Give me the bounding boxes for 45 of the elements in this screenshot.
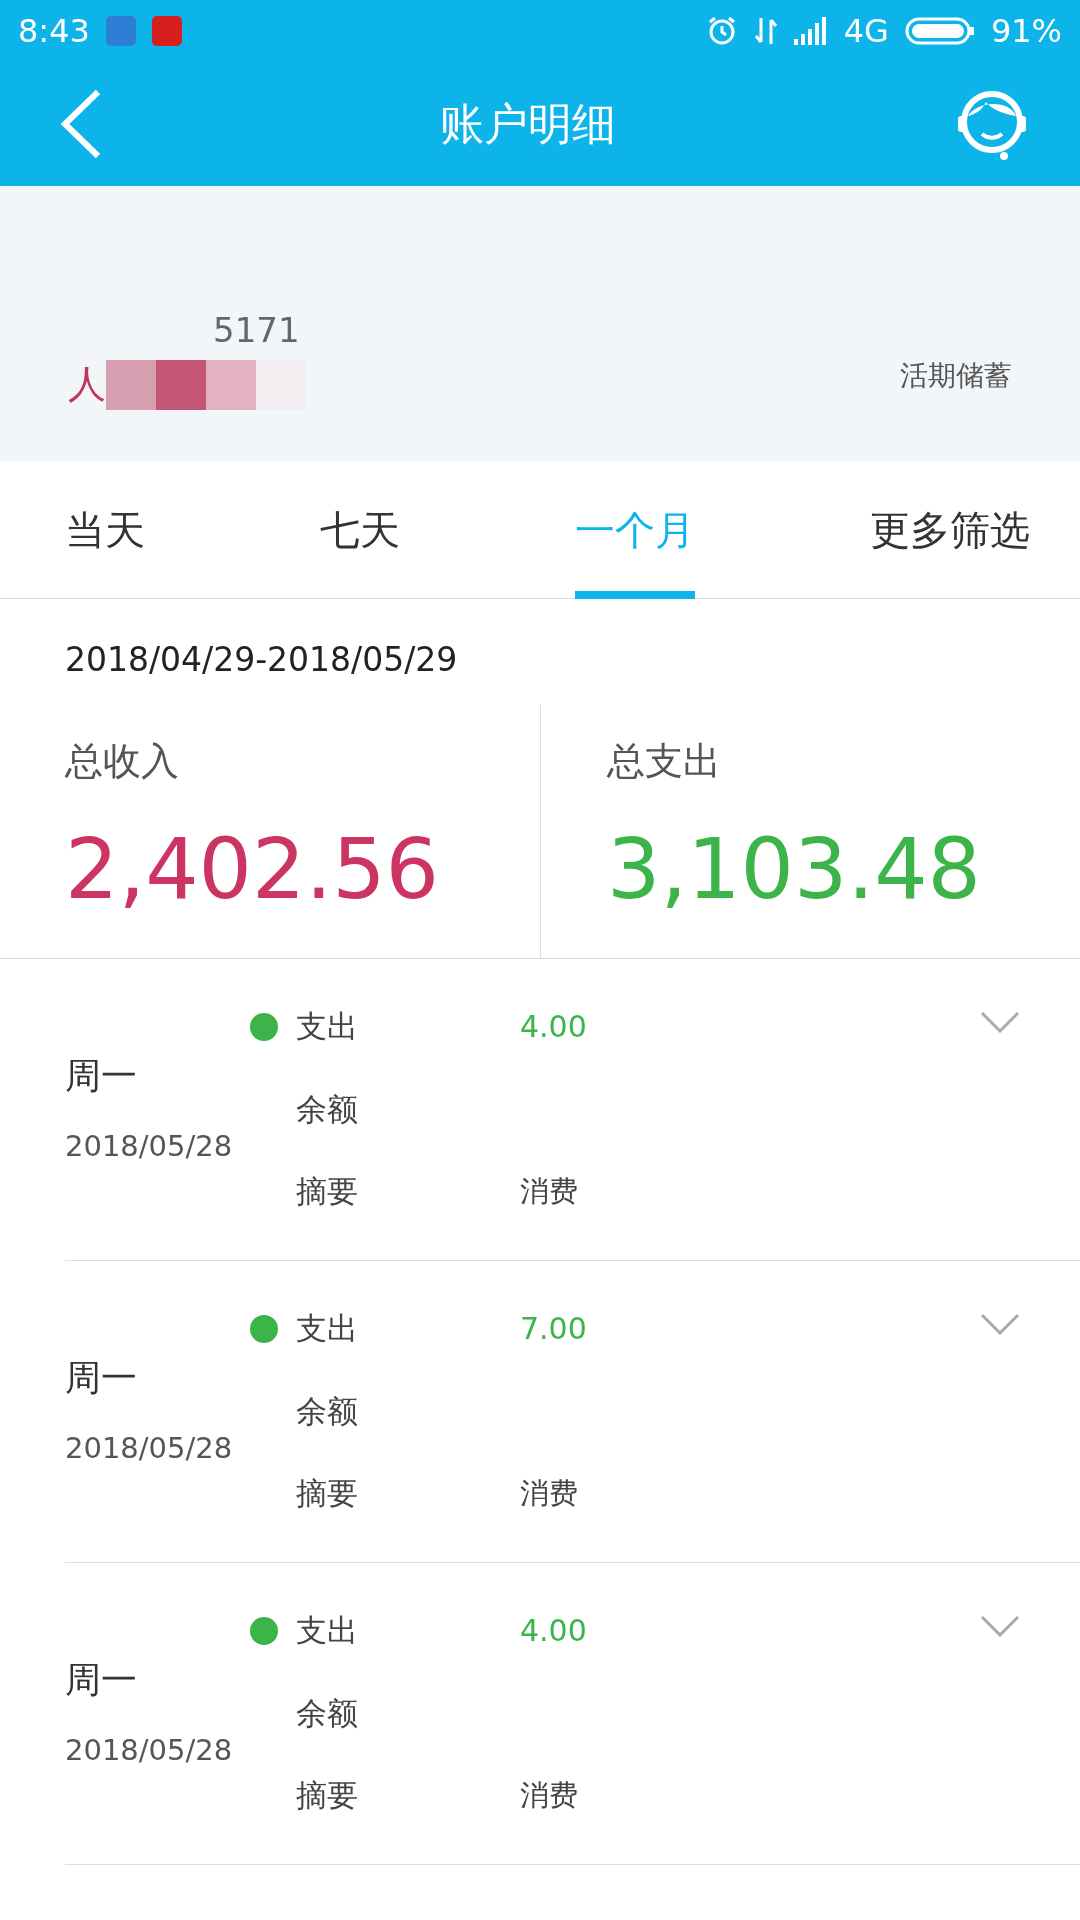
total-label: 总收入 bbox=[65, 737, 180, 785]
field-label: 摘要 bbox=[296, 1474, 359, 1514]
chevron-down-icon[interactable] bbox=[980, 1312, 1020, 1335]
date-range: 2018/04/29-2018/05/29 bbox=[64, 639, 459, 681]
transaction-date: 2018/05/28 bbox=[65, 1430, 234, 1468]
weekday: 周一 bbox=[65, 1054, 138, 1099]
transaction-amount: 4.00 bbox=[520, 1612, 587, 1650]
chevron-down-icon[interactable] bbox=[980, 1010, 1020, 1033]
weekday: 周一 bbox=[65, 1356, 138, 1401]
transaction-summary: 消费 bbox=[520, 1474, 579, 1512]
page-title: 账户明细 bbox=[440, 97, 616, 151]
currency-label: 人 bbox=[68, 361, 106, 408]
network-type: 4G bbox=[843, 11, 889, 52]
field-label: 摘要 bbox=[296, 1776, 359, 1816]
back-icon[interactable] bbox=[60, 89, 102, 159]
filter-tab[interactable]: 七天 bbox=[320, 461, 400, 599]
chevron-down-icon[interactable] bbox=[980, 1614, 1020, 1637]
field-label: 余额 bbox=[296, 1693, 359, 1733]
battery-icon bbox=[904, 16, 975, 46]
total-label: 总支出 bbox=[607, 737, 722, 785]
transaction-amount: 7.00 bbox=[520, 1310, 587, 1348]
status-time: 8:43 bbox=[18, 11, 90, 52]
account-number: 5171 bbox=[213, 309, 301, 352]
transaction-summary: 消费 bbox=[520, 1172, 579, 1210]
transaction-amount: 4.00 bbox=[520, 1008, 587, 1046]
field-label: 摘要 bbox=[296, 1172, 359, 1212]
field-label: 支出 bbox=[296, 1309, 359, 1349]
transaction-date: 2018/05/28 bbox=[65, 1732, 234, 1770]
field-label: 余额 bbox=[296, 1089, 359, 1129]
battery-percent: 91% bbox=[990, 11, 1062, 52]
transaction-date: 2018/05/28 bbox=[65, 1128, 234, 1166]
data-arrows-icon bbox=[753, 16, 778, 46]
total-amount: 2,402.56 bbox=[65, 818, 441, 920]
app-icon bbox=[105, 16, 136, 46]
transaction-summary: 消费 bbox=[520, 1776, 579, 1814]
field-label: 余额 bbox=[296, 1391, 359, 1431]
field-label: 支出 bbox=[296, 1611, 359, 1651]
filter-tab[interactable]: 更多筛选 bbox=[870, 461, 1030, 599]
signal-icon bbox=[793, 17, 828, 45]
filter-tab[interactable]: 当天 bbox=[65, 461, 145, 599]
total-amount: 3,103.48 bbox=[607, 818, 983, 920]
field-label: 支出 bbox=[296, 1007, 359, 1047]
weekday: 周一 bbox=[65, 1658, 138, 1703]
app-icon bbox=[151, 16, 182, 46]
account-type: 活期储蓄 bbox=[900, 358, 1012, 394]
